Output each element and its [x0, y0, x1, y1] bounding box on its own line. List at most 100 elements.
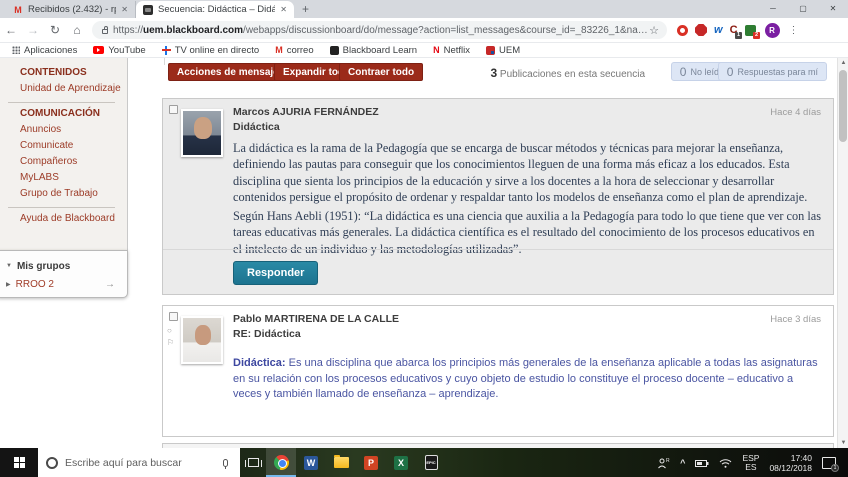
- extension-green-icon[interactable]: 2: [745, 25, 756, 36]
- post-status-icons: ○ ⚐: [167, 326, 174, 347]
- address-bar[interactable]: https:// uem.blackboard.com /webapps/dis…: [92, 21, 667, 39]
- forward-icon[interactable]: →: [22, 23, 44, 37]
- url-path: /webapps/discussionboard/do/message?acti…: [243, 25, 649, 36]
- bookmark-uem[interactable]: UEM: [486, 45, 520, 56]
- post-checkbox[interactable]: [169, 105, 178, 114]
- scroll-up-icon[interactable]: ▲: [838, 58, 848, 68]
- clock[interactable]: 17:40 08/12/2018: [769, 453, 812, 473]
- group-item-rroo2[interactable]: ▶ RROO 2 →: [6, 275, 127, 293]
- post-checkbox[interactable]: [169, 312, 178, 321]
- unread-circle-icon[interactable]: ○: [167, 326, 174, 335]
- post-footer-divider: [163, 249, 833, 250]
- thread-count: 3 Publicaciones en esta secuencia: [490, 66, 645, 80]
- start-button[interactable]: [0, 448, 38, 477]
- collapse-all-button[interactable]: Contraer todo: [339, 63, 423, 81]
- microphone-icon[interactable]: [223, 459, 228, 467]
- sidebar-item-grupo-trabajo[interactable]: Grupo de Trabajo: [20, 187, 127, 203]
- sidebar-item-anuncios[interactable]: Anuncios: [20, 123, 127, 139]
- taskbar-powerpoint[interactable]: P: [356, 448, 386, 477]
- post-paragraph: La didáctica es la rama de la Pedagogía …: [233, 140, 823, 206]
- people-icon[interactable]: R: [657, 457, 670, 469]
- taskbar-epic[interactable]: EPIC: [416, 448, 446, 477]
- chrome-menu-icon[interactable]: ⋮: [789, 25, 799, 36]
- new-tab-button[interactable]: +: [302, 2, 309, 16]
- apps-grid-icon: [12, 46, 20, 54]
- windows-logo-icon: [14, 457, 25, 468]
- bookmark-youtube[interactable]: YouTube: [93, 45, 145, 56]
- home-icon[interactable]: ⌂: [66, 23, 88, 37]
- post-author[interactable]: Marcos AJURIA FERNÁNDEZ: [233, 106, 379, 118]
- adblock-extension-icon[interactable]: [695, 24, 707, 36]
- sidebar-item-ayuda[interactable]: Ayuda de Blackboard: [20, 212, 127, 228]
- extension-c-icon[interactable]: C1: [730, 24, 738, 36]
- powerpoint-icon: P: [364, 456, 378, 470]
- url-scheme: https://: [113, 25, 143, 36]
- scroll-down-icon[interactable]: ▼: [838, 438, 848, 448]
- tv-online-icon: [162, 46, 171, 55]
- taskbar-excel[interactable]: X: [386, 448, 416, 477]
- battery-icon[interactable]: [695, 458, 709, 468]
- maximize-button[interactable]: ▢: [788, 0, 818, 18]
- wifi-icon[interactable]: [719, 458, 732, 468]
- post-author[interactable]: Pablo MARTIRENA DE LA CALLE: [233, 313, 399, 325]
- replies-badge[interactable]: 0 Respuestas para mí: [718, 62, 827, 81]
- tab-title: Secuencia: Didáctica – Didáctica: [158, 4, 275, 15]
- windows-taskbar: Escribe aquí para buscar W P X EPIC R ^ …: [0, 448, 848, 477]
- taskbar-word[interactable]: W: [296, 448, 326, 477]
- tab-blackboard[interactable]: Secuencia: Didáctica – Didáctica ✕: [136, 1, 294, 18]
- flag-icon[interactable]: ⚐: [167, 338, 174, 347]
- extension-w-icon[interactable]: w: [714, 24, 723, 36]
- file-explorer-icon: [334, 457, 349, 468]
- netflix-icon: N: [433, 45, 440, 55]
- language-indicator[interactable]: ESP ES: [742, 454, 759, 472]
- scrollbar-thumb[interactable]: [839, 70, 847, 142]
- menu-divider: [8, 207, 115, 208]
- open-group-arrow-icon[interactable]: →: [105, 279, 115, 290]
- chevron-right-icon: ▶: [6, 281, 11, 288]
- tab-strip: M Recibidos (2.432) - rpanizoa@gm ✕ Secu…: [0, 0, 848, 18]
- post-age: Hace 3 días: [770, 314, 821, 325]
- bookmark-correo[interactable]: Mcorreo: [275, 45, 313, 56]
- extension-ring-icon[interactable]: [677, 25, 688, 36]
- tab-gmail[interactable]: M Recibidos (2.432) - rpanizoa@gm ✕: [6, 1, 136, 18]
- taskbar-chrome[interactable]: [266, 448, 296, 477]
- vertical-scrollbar[interactable]: ▲ ▼: [837, 58, 848, 448]
- page-content: CONTENIDOS Unidad de Aprendizaje COMUNIC…: [0, 58, 848, 448]
- search-placeholder: Escribe aquí para buscar: [65, 457, 216, 469]
- post-paragraph: Didáctica: Es una disciplina que abarca …: [233, 356, 819, 403]
- excel-icon: X: [394, 456, 408, 470]
- tab-close-icon[interactable]: ✕: [121, 5, 128, 14]
- close-button[interactable]: ✕: [818, 0, 848, 18]
- back-icon[interactable]: ←: [0, 23, 22, 37]
- taskbar-search[interactable]: Escribe aquí para buscar: [38, 448, 240, 477]
- menu-divider: [8, 102, 115, 103]
- bookmark-star-icon[interactable]: ☆: [649, 24, 659, 37]
- reload-icon[interactable]: ↻: [44, 23, 66, 37]
- task-view-button[interactable]: [240, 448, 266, 477]
- profile-avatar[interactable]: R: [765, 23, 780, 38]
- show-hidden-icons[interactable]: ^: [680, 458, 685, 468]
- sidebar-item-unidad[interactable]: Unidad de Aprendizaje: [20, 82, 127, 98]
- gmail-icon: M: [275, 45, 283, 55]
- groups-header[interactable]: ▼ Mis grupos: [6, 257, 127, 275]
- tab-close-icon[interactable]: ✕: [280, 5, 287, 14]
- sidebar-item-comunicate[interactable]: Comunicate: [20, 139, 127, 155]
- notification-center-icon[interactable]: 1: [822, 457, 836, 469]
- chevron-down-icon: ▼: [6, 263, 12, 269]
- sidebar-item-mylabs[interactable]: MyLABS: [20, 171, 127, 187]
- minimize-button[interactable]: ─: [758, 0, 788, 18]
- taskbar-explorer[interactable]: [326, 448, 356, 477]
- notification-badge: 1: [831, 464, 839, 472]
- bookmark-apps[interactable]: Aplicaciones: [12, 45, 77, 56]
- avatar: [181, 316, 223, 364]
- bookmark-tv-online[interactable]: TV online en directo: [162, 45, 260, 56]
- bookmark-netflix[interactable]: NNetflix: [433, 45, 470, 56]
- post-card-2: ○ ⚐ Pablo MARTIRENA DE LA CALLE RE: Didá…: [162, 305, 834, 437]
- sidebar-item-companeros[interactable]: Compañeros: [20, 155, 127, 171]
- chrome-icon: [274, 455, 289, 470]
- bookmarks-bar: Aplicaciones YouTube TV online en direct…: [0, 43, 848, 58]
- task-view-icon: [248, 458, 259, 467]
- blackboard-favicon-icon: [143, 5, 153, 15]
- bookmark-blackboard[interactable]: Blackboard Learn: [330, 45, 417, 56]
- reply-button[interactable]: Responder: [233, 261, 318, 285]
